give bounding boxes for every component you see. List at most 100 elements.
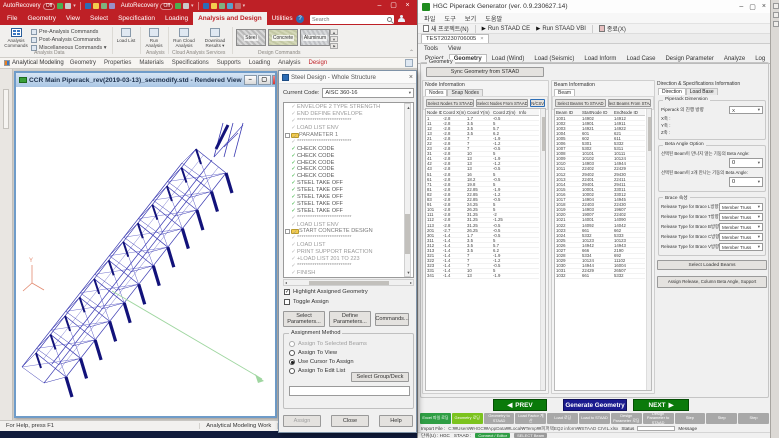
autorecovery-toggle[interactable]: Off (160, 3, 173, 10)
search-input[interactable] (312, 17, 382, 23)
globe-icon[interactable] (219, 3, 225, 9)
node-tab[interactable]: Nodes (425, 89, 447, 96)
select-nodes-to-staad-button[interactable]: Select Nodes To STAAD (426, 99, 474, 107)
new-project-button[interactable]: 새 프로젝트(N) (423, 24, 469, 33)
scroll-up-icon[interactable]: ▲ (330, 29, 338, 35)
more-designs-icon[interactable]: ⚑ (330, 43, 338, 49)
beta-angle-select[interactable]: 0▾ (729, 158, 763, 168)
release-type-select[interactable]: Member Truss▾ (719, 213, 763, 221)
close-button[interactable]: Close (331, 415, 369, 427)
beam-table[interactable]: Beam ID StartNode ID EndNode ID 1001 149… (554, 108, 652, 391)
step-button[interactable]: Design Parameter 로딩 (611, 413, 642, 424)
load-list-button[interactable]: Load List (114, 27, 138, 52)
assignment-radio[interactable]: Assign To View (289, 350, 413, 356)
define-parameters-button[interactable]: Define Parameters... (329, 311, 371, 327)
design-concrete-button[interactable]: Concrete (268, 29, 298, 46)
release-type-select[interactable]: Member Truss▾ (719, 203, 763, 211)
open-folder-icon[interactable] (93, 3, 99, 9)
node-table[interactable]: Node ID Coord X(m) Coord Y(m) Coord Z(m)… (425, 108, 546, 391)
command-item[interactable]: ✓ LOAD LIST (285, 242, 405, 249)
select-beams-from-staad-button[interactable]: Select Beams From STAAD (608, 99, 651, 107)
workflow-item[interactable]: Properties (104, 60, 131, 66)
ribbon-small-button[interactable]: Pre-Analysis Commands (31, 28, 106, 35)
run-analysis-button[interactable]: Run Analysis (142, 27, 166, 52)
assign-button[interactable]: Assign (283, 415, 321, 427)
analysis-commands-button[interactable]: Analysis Commands (3, 27, 29, 52)
release-type-select[interactable]: Member Truss▾ (719, 243, 763, 251)
step-button[interactable]: Load to STAAD (579, 413, 610, 424)
dialog-titlebar[interactable]: Steel Design - Whole Structure × (279, 71, 416, 84)
workflow-item[interactable]: Geometry (70, 60, 96, 66)
close-tab-icon[interactable]: × (480, 36, 483, 42)
command-item[interactable]: ✓ +LOAD LIST 201 TO 223 (285, 256, 405, 263)
minimize-button[interactable]: – (373, 1, 386, 11)
submenu-item[interactable]: View (448, 46, 461, 52)
command-item[interactable]: ✓ CHECK CODE (285, 159, 405, 166)
flag-icon[interactable] (235, 3, 241, 9)
ribbon-tab[interactable]: Geometry (22, 12, 61, 25)
checkbox-checked-icon[interactable]: ✓ (284, 289, 290, 295)
select-nodes-from-staad-button[interactable]: Select Nodes From STAAD (476, 99, 528, 107)
workflow-item[interactable]: Analysis (278, 60, 300, 66)
scroll-down-icon[interactable]: ▼ (330, 36, 338, 42)
autorecovery-toggle[interactable]: Off (43, 3, 56, 10)
step-button[interactable]: Geometry to STAAD (484, 413, 515, 424)
ribbon-small-button[interactable]: Post-Analysis Commands (31, 36, 106, 43)
ribbon-tab[interactable]: File (2, 12, 22, 25)
step-button[interactable]: Load 로딩 (547, 413, 578, 424)
command-item[interactable]: ✓ CHECK CODE (285, 166, 405, 173)
maximize-button[interactable]: ▢ (749, 3, 756, 11)
toggle-assign-checkbox[interactable]: Toggle Assign (284, 299, 329, 305)
globe-icon[interactable] (227, 3, 233, 9)
radio-icon[interactable] (289, 350, 295, 356)
settings-icon[interactable] (109, 3, 115, 9)
highlight-assigned-checkbox[interactable]: ✓ Highlight Assigned Geometry (284, 289, 368, 295)
scroll-thumb[interactable] (309, 281, 389, 285)
design-scroll-buttons[interactable]: ▲ ▼ ⚑ (330, 29, 338, 49)
select-beams-to-staad-button[interactable]: Select Beams To STAAD (555, 99, 606, 107)
step-button[interactable]: Step (675, 413, 706, 424)
dir-tab[interactable]: Load Base (686, 88, 718, 95)
node-table-scrollbar[interactable] (540, 109, 545, 390)
close-button[interactable]: × (401, 1, 414, 11)
command-item[interactable]: ✓ STEEL TAKE OFF (285, 187, 405, 194)
panel-icon[interactable] (773, 21, 779, 27)
command-item[interactable]: ✓ CHECK CODE (285, 173, 405, 180)
document-tab[interactable]: TEST20230706005 × (421, 34, 489, 43)
open-folder-icon[interactable] (211, 3, 217, 9)
release-type-select[interactable]: Member Truss▾ (719, 233, 763, 241)
minimize-button[interactable]: – (244, 75, 257, 85)
command-item[interactable]: ✓ ************************* (285, 262, 405, 269)
close-icon[interactable]: × (409, 74, 413, 81)
maximize-button[interactable]: ▢ (387, 1, 400, 11)
download-results-button[interactable]: Download Results ▾ (200, 27, 230, 52)
run-staad-vbi-button[interactable]: ▶Run STAAD VBI (536, 26, 586, 32)
command-item[interactable]: ✓ ENVELOPE 2 TYPE STRENGTH (285, 104, 405, 111)
dir-tab[interactable]: Direction (658, 88, 686, 95)
beam-tab[interactable]: Beam (554, 89, 575, 96)
ribbon-tab[interactable]: Loading (160, 12, 193, 25)
run-staad-ce-button[interactable]: ▶Run STAAD CE (482, 26, 530, 32)
select-loaded-beams-button[interactable]: Select Loaded Beams (657, 260, 767, 270)
scroll-right-icon[interactable]: ▸ (410, 280, 412, 285)
command-item[interactable]: ✓ STEEL TAKE OFF (285, 180, 405, 187)
search-box[interactable] (310, 15, 394, 24)
select-group-deck-button[interactable]: Select Group/Deck (351, 372, 409, 382)
command-item[interactable]: ✓ START CONCRETE DESIGN (285, 228, 405, 235)
workflow-item[interactable]: Design (309, 60, 328, 66)
menu-item[interactable]: 보기 (465, 14, 476, 23)
run-cloud-analysis-button[interactable]: Run Cloud Analysis (170, 27, 198, 52)
command-item[interactable]: ✓ PRINT SUPPORT REACTION (285, 249, 405, 256)
ribbon-tab[interactable]: Select (85, 12, 113, 25)
workflow-panel-icon[interactable] (405, 59, 413, 67)
ribbon-tab[interactable]: Analysis and Design (193, 12, 267, 25)
submenu-item[interactable]: Tools (424, 46, 438, 52)
edit-list-input[interactable] (289, 386, 410, 396)
checkbox-icon[interactable] (284, 299, 290, 305)
workflow-item[interactable]: Specifications (172, 60, 209, 66)
design-command-tree[interactable]: ✓ ENVELOPE 2 TYPE STRENGTH ✓ END DEFINE … (283, 102, 414, 278)
close-button[interactable]: × (762, 3, 766, 11)
hgc-titlebar[interactable]: HGC Piperack Generator (ver. 0.9.230627.… (418, 0, 770, 13)
assignment-radio[interactable]: Assign To Selected Beams (289, 341, 413, 347)
panel-icon[interactable] (773, 3, 779, 9)
